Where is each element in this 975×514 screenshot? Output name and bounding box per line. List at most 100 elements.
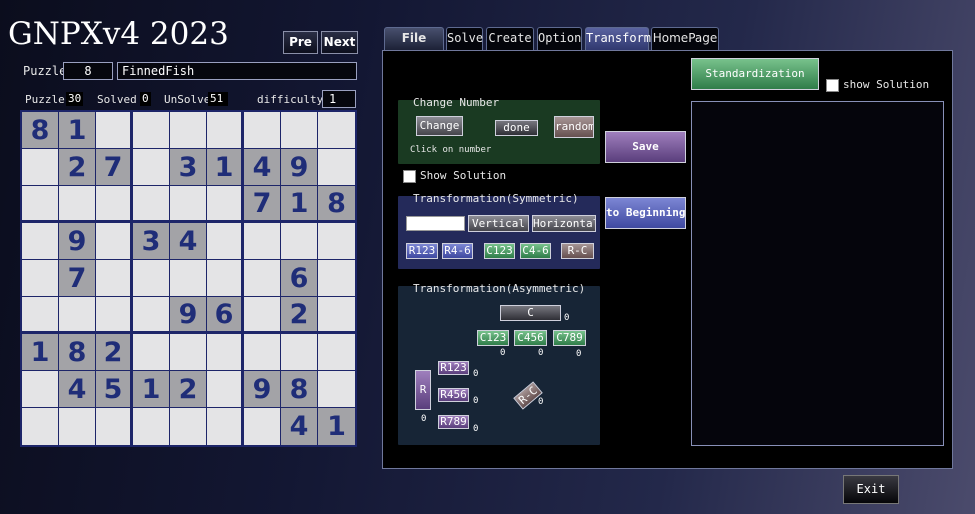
sym-c4-6-button[interactable]: C4-6 — [520, 243, 551, 259]
sudoku-cell[interactable]: 7 — [96, 149, 133, 186]
symmetric-blank-button[interactable] — [406, 216, 465, 231]
sym-r123-button[interactable]: R123 — [406, 243, 438, 259]
sudoku-cell[interactable]: 8 — [22, 112, 59, 149]
sudoku-cell[interactable]: 8 — [281, 371, 318, 408]
puzzle-name-field[interactable]: FinnedFish — [117, 62, 357, 80]
asym-r456-button[interactable]: R456 — [438, 388, 469, 402]
sudoku-cell[interactable]: 3 — [133, 223, 170, 260]
asym-c789-button[interactable]: C789 — [553, 330, 586, 346]
sudoku-cell[interactable]: 2 — [170, 371, 207, 408]
sym-r4-6-button[interactable]: R4-6 — [442, 243, 473, 259]
sudoku-cell[interactable] — [318, 371, 355, 408]
standardization-button[interactable]: Standardization — [691, 58, 819, 90]
sudoku-cell[interactable] — [96, 408, 133, 445]
sudoku-cell[interactable] — [133, 297, 170, 334]
sudoku-cell[interactable] — [22, 186, 59, 223]
sudoku-cell[interactable] — [96, 186, 133, 223]
show-solution-checkbox[interactable] — [403, 170, 416, 183]
sudoku-cell[interactable] — [22, 371, 59, 408]
save-button[interactable]: Save — [605, 131, 686, 163]
sudoku-cell[interactable]: 9 — [281, 149, 318, 186]
sudoku-cell[interactable] — [59, 186, 96, 223]
sudoku-cell[interactable] — [133, 112, 170, 149]
horizontal-button[interactable]: Horizontal — [532, 215, 596, 232]
sudoku-cell[interactable] — [318, 334, 355, 371]
sudoku-cell[interactable] — [318, 260, 355, 297]
sudoku-cell[interactable]: 7 — [59, 260, 96, 297]
tab-transform[interactable]: Transform — [585, 27, 651, 50]
sudoku-cell[interactable] — [244, 408, 281, 445]
sudoku-cell[interactable] — [207, 371, 244, 408]
sudoku-cell[interactable] — [244, 297, 281, 334]
sudoku-cell[interactable] — [96, 223, 133, 260]
sudoku-cell[interactable]: 4 — [281, 408, 318, 445]
sudoku-cell[interactable]: 6 — [281, 260, 318, 297]
sudoku-cell[interactable] — [281, 334, 318, 371]
sudoku-cell[interactable]: 1 — [207, 149, 244, 186]
sudoku-cell[interactable]: 9 — [170, 297, 207, 334]
sudoku-cell[interactable] — [170, 112, 207, 149]
sudoku-cell[interactable] — [22, 408, 59, 445]
tab-solve[interactable]: Solve — [446, 27, 483, 50]
sudoku-cell[interactable] — [244, 260, 281, 297]
tab-option[interactable]: Option — [537, 27, 582, 50]
sudoku-cell[interactable] — [22, 297, 59, 334]
change-button[interactable]: Change — [416, 116, 463, 136]
sudoku-cell[interactable]: 1 — [318, 408, 355, 445]
sudoku-cell[interactable] — [318, 297, 355, 334]
sudoku-cell[interactable] — [133, 334, 170, 371]
sudoku-cell[interactable] — [170, 408, 207, 445]
sudoku-cell[interactable]: 4 — [59, 371, 96, 408]
sudoku-cell[interactable] — [22, 260, 59, 297]
pre-button[interactable]: Pre — [283, 31, 318, 54]
asym-r789-button[interactable]: R789 — [438, 415, 469, 429]
sudoku-cell[interactable]: 1 — [59, 112, 96, 149]
sudoku-cell[interactable] — [59, 408, 96, 445]
sudoku-cell[interactable] — [318, 149, 355, 186]
sudoku-cell[interactable] — [318, 112, 355, 149]
vertical-button[interactable]: Vertical — [468, 215, 529, 232]
sudoku-cell[interactable] — [133, 186, 170, 223]
sudoku-cell[interactable]: 9 — [244, 371, 281, 408]
sym-c123-button[interactable]: C123 — [484, 243, 515, 259]
sudoku-cell[interactable] — [59, 297, 96, 334]
sudoku-cell[interactable] — [96, 297, 133, 334]
sudoku-cell[interactable] — [207, 260, 244, 297]
sudoku-cell[interactable] — [318, 223, 355, 260]
sudoku-cell[interactable]: 8 — [59, 334, 96, 371]
sudoku-cell[interactable] — [22, 149, 59, 186]
sudoku-cell[interactable]: 6 — [207, 297, 244, 334]
sudoku-cell[interactable] — [133, 408, 170, 445]
sudoku-cell[interactable]: 4 — [244, 149, 281, 186]
sudoku-cell[interactable]: 2 — [281, 297, 318, 334]
sudoku-cell[interactable] — [22, 223, 59, 260]
sudoku-cell[interactable] — [96, 260, 133, 297]
sudoku-cell[interactable]: 3 — [170, 149, 207, 186]
sudoku-cell[interactable] — [96, 112, 133, 149]
sudoku-cell[interactable]: 8 — [318, 186, 355, 223]
sudoku-cell[interactable] — [170, 260, 207, 297]
done-button[interactable]: done — [495, 120, 538, 136]
sudoku-cell[interactable]: 5 — [96, 371, 133, 408]
asym-c123-button[interactable]: C123 — [477, 330, 509, 346]
sudoku-cell[interactable]: 1 — [133, 371, 170, 408]
sym-r-c-button[interactable]: R-C — [561, 243, 594, 259]
asym-r123-button[interactable]: R123 — [438, 361, 469, 375]
sudoku-cell[interactable] — [244, 112, 281, 149]
to-beginning-button[interactable]: to Beginning — [605, 197, 686, 229]
difficulty-field[interactable]: 1 — [322, 90, 356, 108]
sudoku-cell[interactable]: 2 — [96, 334, 133, 371]
sudoku-cell[interactable] — [207, 112, 244, 149]
sudoku-cell[interactable] — [133, 260, 170, 297]
asym-c456-button[interactable]: C456 — [514, 330, 547, 346]
puzzle-number-field[interactable]: 8 — [63, 62, 113, 80]
sudoku-cell[interactable]: 1 — [22, 334, 59, 371]
tab-homepage[interactable]: HomePage — [651, 27, 719, 50]
sudoku-grid[interactable]: 812731497189347696218245129841 — [20, 110, 357, 447]
sudoku-cell[interactable] — [281, 223, 318, 260]
sudoku-cell[interactable] — [244, 334, 281, 371]
asym-c-button[interactable]: C — [500, 305, 561, 321]
sudoku-cell[interactable]: 7 — [244, 186, 281, 223]
tab-create[interactable]: Create — [486, 27, 534, 50]
sudoku-cell[interactable]: 2 — [59, 149, 96, 186]
